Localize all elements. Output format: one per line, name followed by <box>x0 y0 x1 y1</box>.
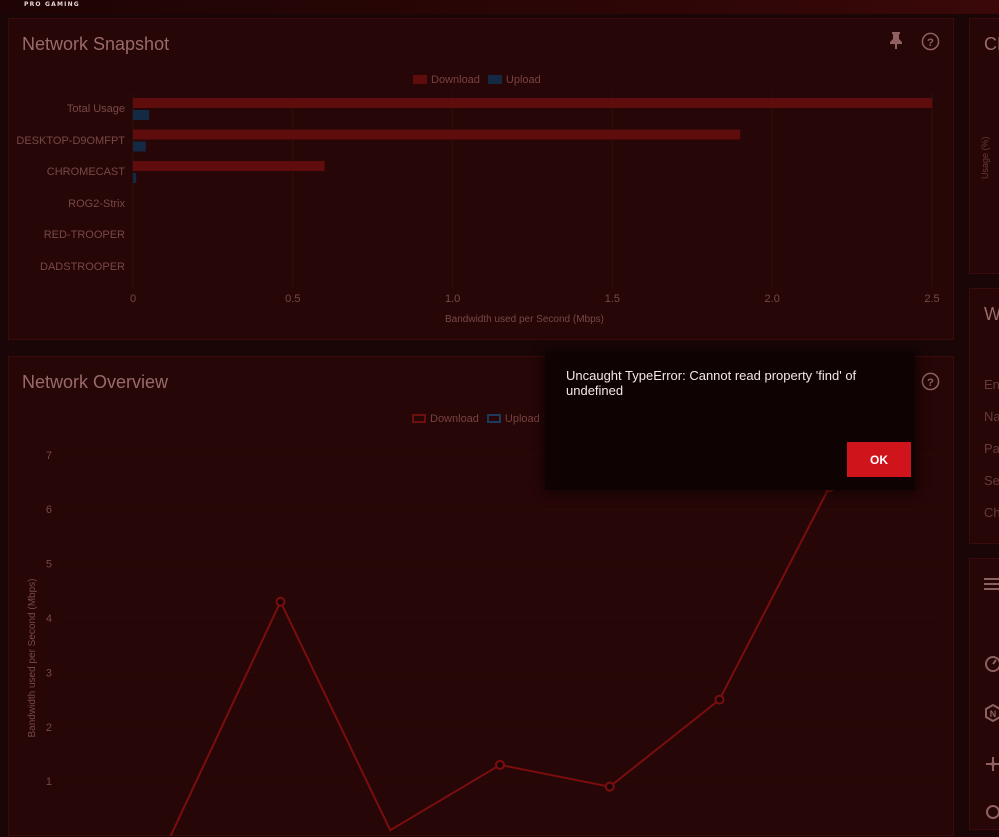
y-tick-label: 4 <box>46 613 52 625</box>
y-tick-label: 3 <box>46 667 52 679</box>
x-tick-label: 2.5 <box>924 293 939 305</box>
download-point <box>275 596 286 607</box>
network-n-icon[interactable]: N <box>984 703 999 727</box>
download-point <box>714 694 725 705</box>
cpu-panel: CP Usage (%) <box>969 18 999 274</box>
y-tick-label: 1 <box>46 776 52 788</box>
download-line <box>169 486 831 837</box>
error-dialog: Uncaught TypeError: Cannot read property… <box>545 352 915 490</box>
upload-bar <box>133 141 146 152</box>
svg-text:N: N <box>990 709 997 719</box>
topology-icon[interactable] <box>984 755 999 778</box>
y-tick-label: 5 <box>46 559 52 571</box>
download-bar <box>133 98 932 108</box>
x-tick-label: 0 <box>130 293 136 305</box>
x-axis-label: Bandwidth used per Second (Mbps) <box>445 314 604 325</box>
ok-button[interactable]: OK <box>847 442 911 477</box>
speedometer-icon[interactable] <box>984 655 999 678</box>
x-tick-label: 1.0 <box>445 293 460 305</box>
brand-logo-text: PRO GAMING <box>24 1 80 8</box>
network-snapshot-panel: Network Snapshot ? Download Upload Total… <box>8 18 954 340</box>
wireless-row-label: Cha <box>984 505 999 520</box>
x-tick-label: 1.5 <box>605 293 620 305</box>
download-bar <box>133 161 325 171</box>
wireless-row-label: Sec <box>984 473 999 488</box>
upload-bar <box>133 110 149 120</box>
cpu-panel-title: CP <box>984 34 999 54</box>
link-icon[interactable] <box>984 803 999 826</box>
y-axis-label: Bandwidth used per Second (Mbps) <box>27 579 38 738</box>
quick-links-panel: N <box>969 558 999 830</box>
usage-axis-label: Usage (%) <box>980 136 990 179</box>
download-bar <box>133 129 741 140</box>
bandwidth-bar-chart: 0 0.5 1.0 1.5 2.0 2.5 Bandwidth used per Secon… <box>130 94 940 325</box>
wireless-panel: W Ena Na Pa Sec Cha <box>969 288 999 544</box>
wireless-row-label: Na <box>984 409 999 424</box>
wireless-panel-title: W <box>984 304 999 324</box>
x-tick-label: 2.0 <box>765 293 780 305</box>
wireless-row-label: Ena <box>984 377 999 392</box>
y-tick-label: 7 <box>46 450 52 462</box>
x-tick-label: 0.5 <box>285 293 300 305</box>
download-point <box>495 759 505 770</box>
upload-bar <box>133 173 137 183</box>
y-tick-label: 2 <box>46 722 52 734</box>
top-bar: PRO GAMING <box>0 0 999 14</box>
y-tick-label: 6 <box>46 504 52 516</box>
download-point <box>604 781 615 792</box>
menu-icon[interactable] <box>984 577 999 596</box>
wireless-row-label: Pa <box>984 441 999 456</box>
error-message: Uncaught TypeError: Cannot read property… <box>566 368 857 398</box>
